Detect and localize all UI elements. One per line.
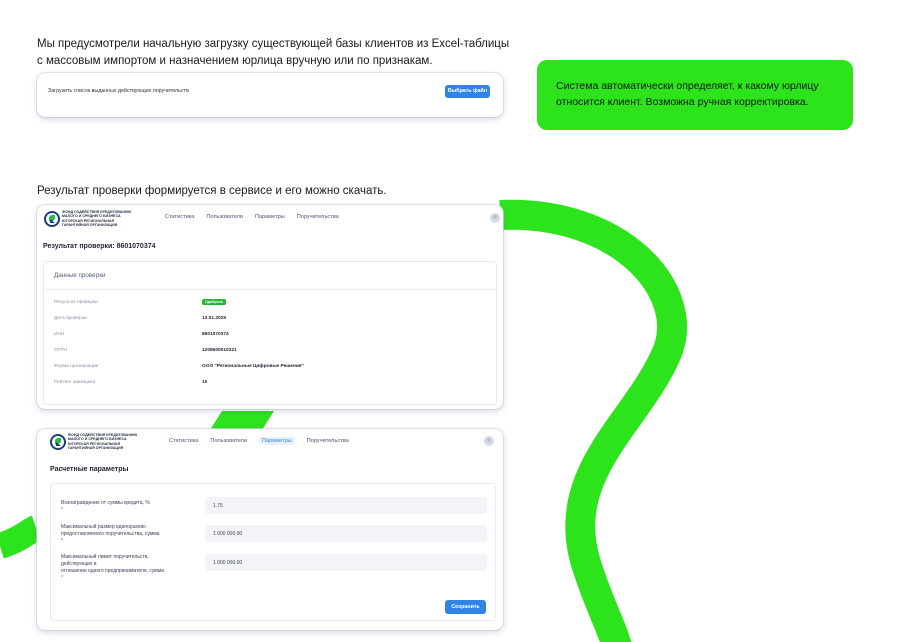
param-label-max-single: Максимальный размер единоразово предоста… <box>61 524 173 545</box>
logo-line: ГАРАНТИЙНАЯ ОРГАНИЗАЦИЯ <box>62 222 118 227</box>
upload-label: Загрузить список выданных действующих по… <box>48 88 189 94</box>
required-mark: * <box>61 575 63 581</box>
label-text: Максимальный лимит поручительств, действ… <box>61 554 149 567</box>
note-line-2: относится клиент. Возможна ручная коррек… <box>556 95 809 108</box>
intro-text: Мы предусмотрели начальную загрузку суще… <box>37 36 517 69</box>
max-limit-input[interactable] <box>205 554 487 571</box>
page-title: Результат проверки: 8601070374 <box>43 243 156 250</box>
intro-line-1: Мы предусмотрели начальную загрузку суще… <box>37 38 510 50</box>
param-label-fee: Вознаграждение от суммы кредита, % * <box>61 500 173 514</box>
label-text: отношении одного предпринимателя, сумма <box>61 568 164 574</box>
intro-line-2: с массовым импортом и назначением юрлица… <box>37 54 433 67</box>
user-avatar-icon[interactable] <box>490 213 500 223</box>
user-avatar-icon[interactable] <box>484 436 494 446</box>
row-label: ОГРН <box>54 348 67 353</box>
required-mark: * <box>61 507 63 513</box>
logo-line: ГАРАНТИЙНАЯ ОРГАНИЗАЦИЯ <box>68 445 124 450</box>
row-value: 10 <box>202 380 208 385</box>
check-data-panel: Данные проверки Результат проверки Одобр… <box>43 261 497 405</box>
upload-card: Загрузить список выданных действующих по… <box>37 73 503 117</box>
row-label: ИНН <box>54 332 65 337</box>
result-screen-card: ФОНД СОДЕЙСТВИЯ КРЕДИТОВАНИЮ МАЛОГО И СР… <box>37 205 503 409</box>
nav-guarantees[interactable]: Поручительства <box>297 214 339 220</box>
note-line-1: Система автоматически определяет, к како… <box>556 80 819 92</box>
main-nav: Статистика Пользователи Параметры Поручи… <box>165 214 339 220</box>
fund-logo-icon[interactable] <box>44 211 60 227</box>
row-label: Результат проверки <box>54 300 98 305</box>
params-panel: Вознаграждение от суммы кредита, % * Мак… <box>50 483 496 621</box>
auto-detect-note: Система автоматически определяет, к како… <box>537 60 853 130</box>
nav-guarantees[interactable]: Поручительства <box>307 438 349 445</box>
status-badge: Одобрено <box>202 299 226 305</box>
nav-users[interactable]: Пользователи <box>206 214 243 220</box>
max-single-guarantee-input[interactable] <box>205 525 487 542</box>
page-title: Расчетные параметры <box>50 466 129 473</box>
row-label: Рейтинг заемщика <box>54 380 96 385</box>
logo-text: ФОНД СОДЕЙСТВИЯ КРЕДИТОВАНИЮ МАЛОГО И СР… <box>68 433 148 450</box>
parameters-screen-card: ФОНД СОДЕЙСТВИЯ КРЕДИТОВАНИЮ МАЛОГО И СР… <box>37 429 503 630</box>
label-text: Максимальный размер единоразово <box>61 524 146 530</box>
row-value: 8601070374 <box>202 332 229 337</box>
panel-title: Данные проверки <box>54 272 106 279</box>
main-nav: Статистика Пользователи Параметры Поручи… <box>169 437 349 445</box>
app-header: ФОНД СОДЕЙСТВИЯ КРЕДИТОВАНИЮ МАЛОГО И СР… <box>37 429 503 455</box>
choose-file-button[interactable]: Выбрать файл <box>445 85 490 98</box>
row-label: Дата проверки <box>54 316 87 321</box>
row-value: ООО "Региональные Цифровые Решения" <box>202 364 304 369</box>
fee-percent-input[interactable] <box>205 497 487 514</box>
row-value: 1208600010321 <box>202 348 237 353</box>
nav-users[interactable]: Пользователи <box>210 438 247 445</box>
label-text: предоставляемого поручительства, сумма <box>61 531 160 537</box>
save-button[interactable]: Сохранить <box>445 600 486 614</box>
divider <box>44 289 496 290</box>
fund-logo-icon[interactable] <box>50 434 66 450</box>
nav-parameters[interactable]: Параметры <box>255 214 285 220</box>
row-value: 13.01.2025 <box>202 316 227 321</box>
nav-parameters[interactable]: Параметры <box>258 437 295 445</box>
row-label: Форма организации <box>54 364 99 369</box>
nav-statistics[interactable]: Статистика <box>165 214 194 220</box>
nav-statistics[interactable]: Статистика <box>169 438 198 445</box>
logo-text: ФОНД СОДЕЙСТВИЯ КРЕДИТОВАНИЮ МАЛОГО И СР… <box>62 210 142 227</box>
result-caption: Результат проверки формируется в сервисе… <box>37 185 387 197</box>
required-mark: * <box>61 538 63 544</box>
app-header: ФОНД СОДЕЙСТВИЯ КРЕДИТОВАНИЮ МАЛОГО И СР… <box>37 205 503 231</box>
param-label-max-limit: Максимальный лимит поручительств, действ… <box>61 554 173 582</box>
label-text: Вознаграждение от суммы кредита, % <box>61 500 150 506</box>
